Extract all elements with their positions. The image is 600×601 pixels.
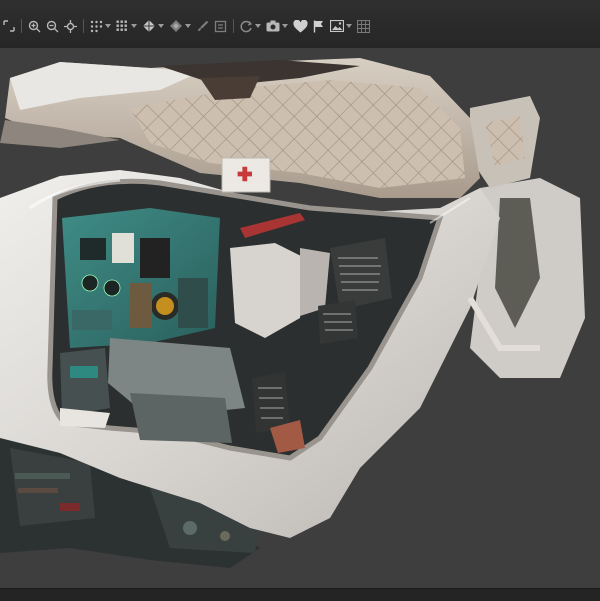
selection-tool-button[interactable]: [2, 16, 16, 36]
flag-icon: [313, 20, 323, 32]
zoom-in-button[interactable]: [27, 16, 42, 36]
chevron-down-icon: [346, 24, 352, 28]
grid-icon: [357, 19, 370, 33]
point-cloud-button[interactable]: [89, 16, 112, 36]
grid-button[interactable]: [356, 16, 371, 36]
rotate-icon: [240, 20, 253, 32]
toolbar-separator: [233, 19, 234, 33]
layers-button[interactable]: [213, 16, 228, 36]
mesh-button[interactable]: [141, 16, 165, 36]
main-toolbar: [0, 0, 600, 49]
brush-button[interactable]: [195, 16, 210, 36]
chevron-down-icon: [185, 24, 191, 28]
rotate-button[interactable]: [239, 16, 262, 36]
model-viewport[interactable]: [0, 48, 600, 588]
chevron-down-icon: [282, 24, 288, 28]
brush-icon: [198, 20, 209, 31]
flag-button[interactable]: [312, 16, 326, 36]
camera-icon: [266, 20, 280, 32]
zoom-in-icon: [28, 20, 41, 32]
image-icon: [330, 20, 344, 32]
texture-button[interactable]: [168, 16, 192, 36]
zoom-out-icon: [46, 20, 59, 32]
toolbar-tools: [2, 16, 371, 36]
chevron-down-icon: [131, 24, 137, 28]
image-view-button[interactable]: [329, 16, 353, 36]
layers-icon: [214, 20, 227, 32]
zoom-out-button[interactable]: [45, 16, 60, 36]
cockpit-3d-model: [0, 58, 585, 568]
heart-icon: [293, 19, 308, 32]
navigation-button[interactable]: [63, 16, 78, 36]
point-cloud-icon: [90, 20, 103, 32]
chevron-down-icon: [105, 24, 111, 28]
toolbar-separator: [83, 19, 84, 33]
favorite-button[interactable]: [292, 16, 309, 36]
dense-cloud-icon: [116, 20, 127, 31]
selection-icon: [3, 20, 15, 32]
texture-icon: [170, 20, 182, 32]
toolbar-separator: [21, 19, 22, 33]
dense-cloud-button[interactable]: [115, 16, 138, 36]
status-bar: [0, 588, 600, 601]
crosshair-icon: [64, 19, 77, 33]
mesh-icon: [143, 20, 155, 32]
chevron-down-icon: [255, 24, 261, 28]
camera-button[interactable]: [265, 16, 289, 36]
chevron-down-icon: [158, 24, 164, 28]
